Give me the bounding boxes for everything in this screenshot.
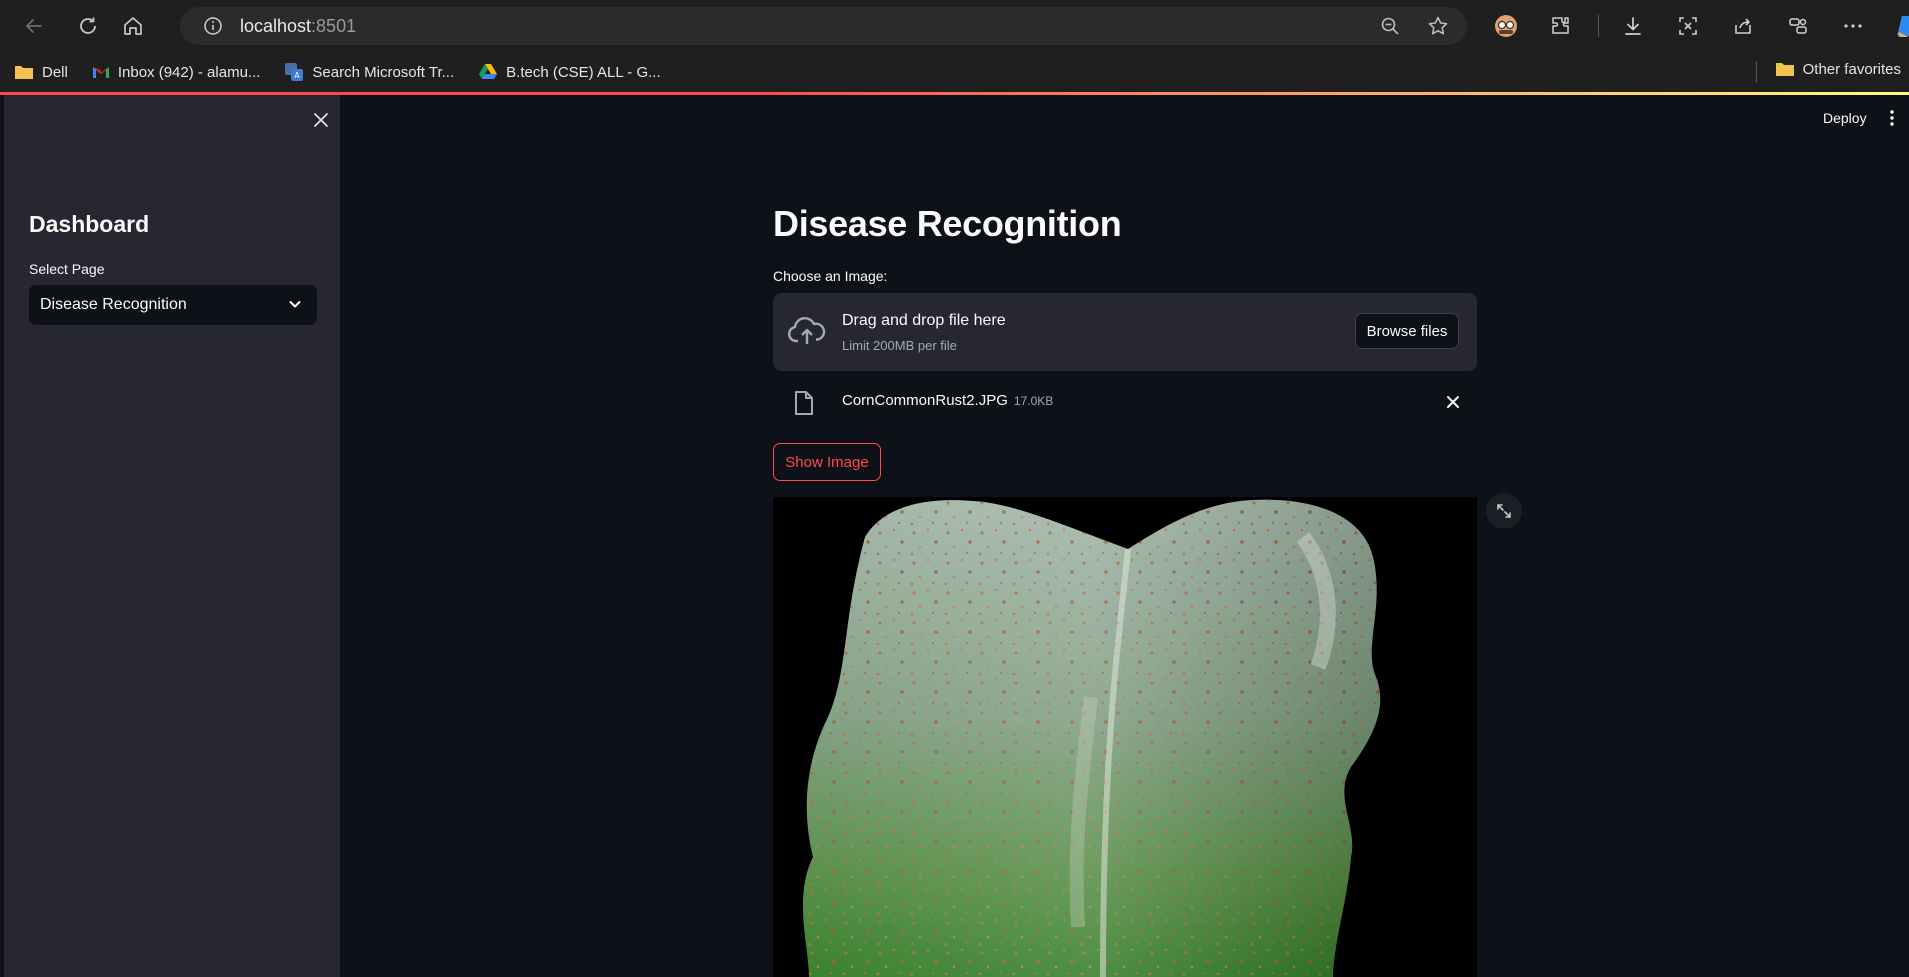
remove-file-icon[interactable] (1443, 392, 1463, 412)
corn-leaf-photo (773, 497, 1477, 977)
selected-page-value: Disease Recognition (40, 296, 187, 313)
browser-toolbar: localhost:8501 (0, 0, 1909, 52)
bookmarks-separator (1756, 61, 1757, 83)
folder-icon (1775, 63, 1794, 76)
back-button[interactable] (16, 8, 52, 44)
uploaded-leaf-image (773, 497, 1477, 977)
file-size: 17.0KB (1013, 394, 1054, 408)
sidebar-title: Dashboard (29, 211, 150, 237)
drive-icon (479, 64, 498, 79)
bookmark-gmail[interactable]: Inbox (942) - alamu... (92, 64, 260, 81)
downloads-icon[interactable] (1615, 8, 1651, 44)
page-title: Disease Recognition (773, 203, 1122, 244)
site-info-icon[interactable] (202, 15, 224, 37)
close-sidebar-icon[interactable] (310, 109, 332, 131)
cloud-upload-icon (787, 317, 826, 344)
dropzone-limit: Limit 200MB per file (842, 338, 957, 353)
svg-text:A: A (295, 71, 301, 80)
profile-avatar-icon[interactable] (1488, 8, 1524, 44)
copilot-icon[interactable] (1890, 8, 1909, 44)
folder-icon (15, 66, 33, 79)
bookmark-dell[interactable]: Dell (14, 63, 68, 81)
file-name: CornCommonRust2.JPG 17.0KB (842, 392, 1054, 409)
deploy-button[interactable]: Deploy (1823, 110, 1867, 126)
file-icon (795, 391, 813, 415)
favorite-star-icon[interactable] (1427, 15, 1449, 37)
bookmark-btech-drive[interactable]: B.tech (CSE) ALL - G... (478, 63, 661, 81)
uploader-label: Choose an Image: (773, 268, 888, 284)
home-button[interactable] (115, 8, 151, 44)
screenshot-icon[interactable] (1670, 8, 1706, 44)
refresh-button[interactable] (70, 8, 106, 44)
toolbar-separator (1598, 15, 1599, 37)
gmail-icon (92, 67, 109, 78)
main-menu-icon[interactable] (1884, 108, 1900, 128)
file-dropzone[interactable]: Drag and drop file here Limit 200MB per … (773, 293, 1477, 371)
bookmarks-bar: Dell Inbox (942) - alamu... A Search Mic… (0, 52, 1909, 92)
more-options-icon[interactable] (1835, 8, 1871, 44)
select-page-dropdown[interactable]: Disease Recognition (29, 285, 317, 325)
select-page-label: Select Page (29, 261, 105, 277)
bookmark-other-favorites[interactable]: Other favorites (1775, 60, 1901, 78)
show-image-button[interactable]: Show Image (773, 443, 881, 481)
browse-files-button[interactable]: Browse files (1355, 313, 1459, 349)
sidebar: Dashboard Select Page Disease Recognitio… (4, 95, 340, 977)
collections-icon[interactable] (1780, 8, 1816, 44)
zoom-out-icon[interactable] (1379, 15, 1401, 37)
chevron-down-icon (285, 294, 305, 314)
share-icon[interactable] (1725, 8, 1761, 44)
extensions-icon[interactable] (1543, 8, 1579, 44)
translator-icon: A (285, 63, 304, 81)
dropzone-title: Drag and drop file here (842, 312, 1006, 329)
url-text: localhost:8501 (240, 15, 357, 36)
uploaded-file-row: CornCommonRust2.JPG 17.0KB (773, 384, 1477, 420)
address-bar[interactable]: localhost:8501 (180, 7, 1467, 45)
bookmark-microsoft-translator[interactable]: A Search Microsoft Tr... (284, 62, 454, 82)
expand-fullscreen-icon[interactable] (1486, 493, 1522, 529)
